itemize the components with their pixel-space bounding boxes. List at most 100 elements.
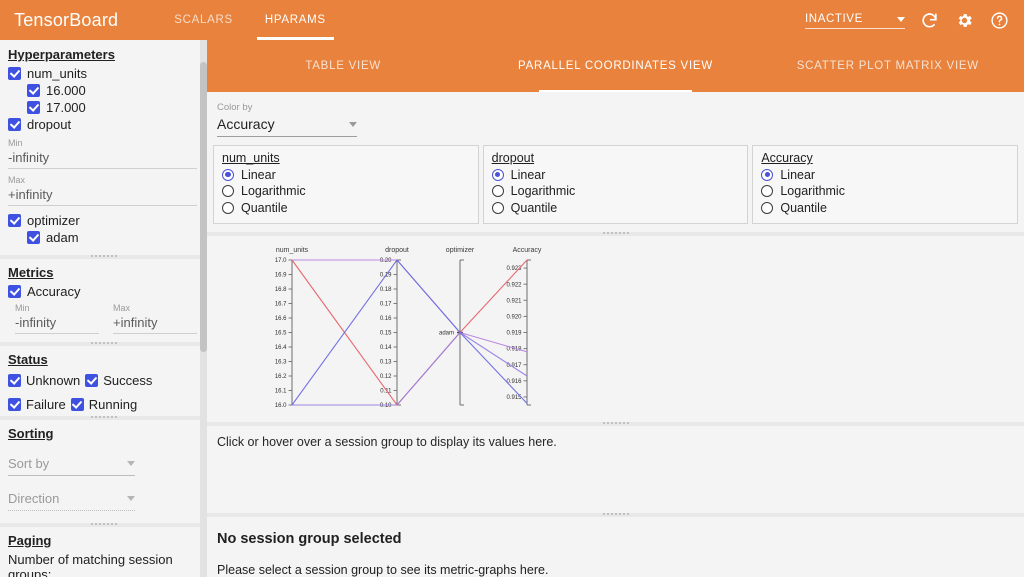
hparam-label: num_units — [27, 66, 87, 81]
nav-tab-scalars[interactable]: SCALARS — [158, 0, 249, 40]
status-label: Running — [88, 397, 138, 412]
radio-accuracy-quantile[interactable]: Quantile — [761, 201, 1009, 215]
resize-grip[interactable] — [90, 416, 117, 419]
dropout-max-field[interactable]: Max +infinity — [8, 175, 197, 206]
hparam-checkbox-num-units[interactable]: num_units — [8, 66, 197, 81]
direction-placeholder: Direction — [8, 491, 60, 506]
resize-grip[interactable] — [90, 255, 117, 258]
radio-num-units-linear[interactable]: Linear — [222, 168, 470, 182]
svg-text:16.8: 16.8 — [275, 287, 287, 293]
primary-nav-tabs: SCALARS HPARAMS — [158, 0, 342, 40]
tab-table-view[interactable]: TABLE VIEW — [207, 40, 479, 92]
sort-by-value-row[interactable]: Sort by — [8, 455, 135, 476]
sidebar-scrollbar-thumb[interactable] — [200, 62, 207, 352]
color-by-field[interactable]: Color by Accuracy — [207, 92, 1024, 145]
hparam-checkbox-dropout[interactable]: dropout — [8, 117, 197, 132]
nav-tab-hparams[interactable]: HPARAMS — [249, 0, 342, 40]
svg-text:num_units: num_units — [276, 247, 309, 254]
checkbox-icon[interactable] — [8, 214, 21, 227]
radio-icon[interactable] — [491, 185, 504, 197]
accuracy-min-field[interactable]: Min -infinity — [15, 303, 99, 334]
hparam-checkbox-optimizer[interactable]: optimizer — [8, 213, 197, 228]
radio-icon[interactable] — [761, 201, 774, 214]
status-title: Status — [8, 352, 48, 367]
scale-option-cards: num_units Linear Logarithmic Quantile dr… — [207, 145, 1024, 232]
status-checkbox-unknown[interactable]: Unknown — [8, 373, 80, 388]
checkbox-icon[interactable] — [8, 285, 21, 298]
hparam-label: dropout — [27, 117, 72, 132]
direction-select[interactable]: Direction — [8, 490, 197, 511]
resize-grip[interactable] — [90, 342, 117, 345]
svg-text:0.20: 0.20 — [380, 258, 392, 264]
view-tabs: TABLE VIEW PARALLEL COORDINATES VIEW SCA… — [207, 40, 1024, 92]
sorting-card: Sorting Sort by Direction — [0, 416, 207, 523]
chevron-down-icon — [897, 16, 905, 22]
status-checkbox-success[interactable]: Success — [85, 373, 152, 388]
accuracy-max-input[interactable]: +infinity — [113, 314, 197, 334]
radio-num-units-logarithmic[interactable]: Logarithmic — [222, 184, 470, 198]
checkbox-icon[interactable] — [8, 398, 21, 411]
resize-grip[interactable] — [602, 231, 629, 235]
help-icon[interactable] — [988, 9, 1010, 31]
dropout-min-field[interactable]: Min -infinity — [8, 138, 197, 169]
accuracy-min-input[interactable]: -infinity — [15, 314, 99, 334]
radio-icon[interactable] — [761, 185, 774, 197]
radio-icon[interactable] — [761, 168, 774, 181]
metric-checkbox-accuracy[interactable]: Accuracy — [8, 284, 197, 299]
accuracy-max-field[interactable]: Max +infinity — [113, 303, 197, 334]
checkbox-icon[interactable] — [27, 231, 40, 244]
sort-by-select[interactable]: Sort by — [8, 455, 197, 476]
direction-value-row[interactable]: Direction — [8, 490, 135, 511]
checkbox-icon[interactable] — [27, 101, 40, 114]
radio-dropout-linear[interactable]: Linear — [491, 168, 740, 182]
radio-dropout-quantile[interactable]: Quantile — [491, 201, 740, 215]
svg-text:0.919: 0.919 — [506, 330, 522, 336]
checkbox-icon[interactable] — [8, 374, 21, 387]
checkbox-icon[interactable] — [8, 67, 21, 80]
parallel-coordinates-plot-panel[interactable]: num_units 17.0 16.9 16.8 16.7 16.6 16.5 16.4 16.… — [207, 231, 1024, 422]
session-panel-subtitle: Please select a session group to see its… — [217, 563, 549, 577]
radio-num-units-quantile[interactable]: Quantile — [222, 201, 470, 215]
svg-text:17.0: 17.0 — [275, 258, 287, 264]
refresh-icon[interactable] — [918, 9, 940, 31]
radio-icon[interactable] — [491, 201, 504, 214]
radio-icon[interactable] — [222, 201, 234, 214]
filters-sidebar: Hyperparameters num_units 16.000 17.000 … — [0, 40, 207, 577]
run-status-dropdown[interactable]: INACTIVE — [805, 11, 905, 29]
checkbox-icon[interactable] — [85, 374, 99, 387]
hparam-value-17[interactable]: 17.000 — [8, 100, 197, 115]
dropout-min-input[interactable]: -infinity — [8, 149, 197, 169]
matching-session-groups-label: Number of matching session groups: — [8, 552, 173, 577]
radio-icon[interactable] — [222, 185, 234, 197]
checkbox-icon[interactable] — [70, 398, 84, 411]
parallel-coordinates-chart[interactable]: num_units 17.0 16.9 16.8 16.7 16.6 16.5 16.4 16.… — [207, 236, 1024, 422]
paging-card: Paging Number of matching session groups… — [0, 523, 207, 577]
color-by-value: Accuracy — [217, 116, 275, 132]
status-checkbox-failure[interactable]: Failure — [8, 397, 66, 412]
checkbox-icon[interactable] — [8, 118, 21, 131]
svg-text:0.13: 0.13 — [380, 359, 392, 365]
radio-icon[interactable] — [222, 168, 234, 181]
scale-card-title: Accuracy — [761, 151, 813, 165]
radio-dropout-logarithmic[interactable]: Logarithmic — [491, 184, 740, 198]
radio-accuracy-linear[interactable]: Linear — [761, 168, 1009, 182]
radio-icon[interactable] — [491, 168, 504, 181]
status-checkbox-running[interactable]: Running — [70, 397, 138, 412]
hparam-value-adam[interactable]: adam — [8, 230, 197, 245]
status-label: Unknown — [26, 373, 81, 388]
checkbox-icon[interactable] — [27, 84, 40, 97]
sidebar-scrollbar-track[interactable] — [200, 40, 207, 577]
dropout-max-input[interactable]: +infinity — [8, 186, 197, 206]
hparam-value-16[interactable]: 16.000 — [8, 83, 197, 98]
status-label: Success — [103, 373, 153, 388]
resize-grip[interactable] — [90, 523, 117, 526]
status-card: Status Unknown Success Failure Running — [0, 342, 207, 416]
radio-accuracy-logarithmic[interactable]: Logarithmic — [761, 184, 1009, 198]
tab-parallel-coordinates-view[interactable]: PARALLEL COORDINATES VIEW — [479, 40, 751, 92]
resize-grip[interactable] — [602, 513, 629, 516]
run-status-value: INACTIVE — [805, 13, 863, 25]
color-by-select[interactable]: Accuracy — [217, 114, 357, 137]
tab-scatter-plot-matrix-view[interactable]: SCATTER PLOT MATRIX VIEW — [752, 40, 1024, 92]
settings-icon[interactable] — [953, 9, 975, 31]
resize-grip[interactable] — [602, 421, 629, 425]
